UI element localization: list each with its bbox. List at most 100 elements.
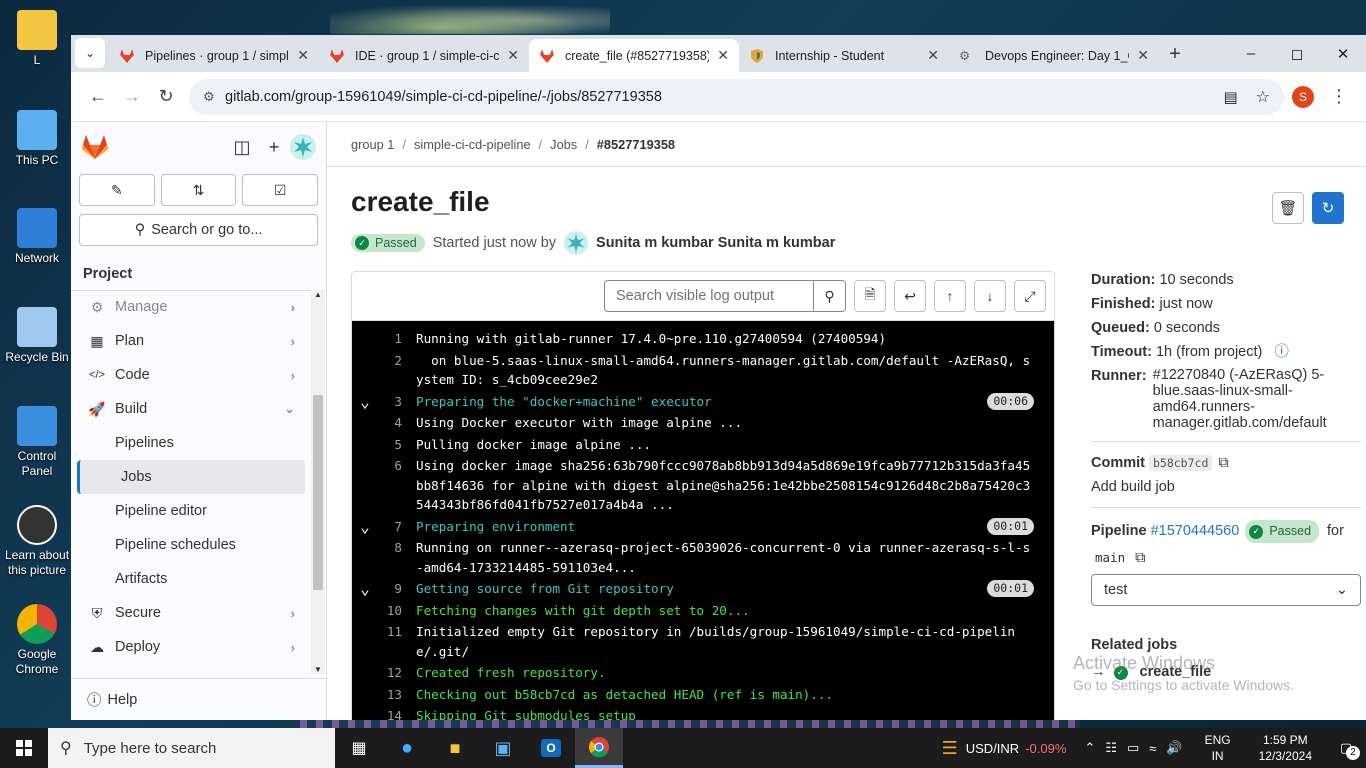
close-tab-icon[interactable]: ✕ <box>1137 47 1149 64</box>
copy-sha-icon[interactable]: ⧉ <box>1218 455 1228 471</box>
log-search-button[interactable]: ⚲ <box>814 280 846 312</box>
log-line-number[interactable]: 1 <box>378 328 416 350</box>
site-info-icon[interactable]: ⚙ <box>203 89 225 105</box>
scroll-to-top-button[interactable]: ↑ <box>934 280 966 312</box>
stage-select[interactable]: test ⌄ <box>1091 574 1361 606</box>
log-line-number[interactable]: 3 <box>378 391 416 413</box>
reload-button[interactable]: ↻ <box>149 80 183 114</box>
task-view-icon[interactable]: ▦ <box>335 728 383 768</box>
breadcrumb-item[interactable]: simple-ci-cd-pipeline <box>414 137 531 152</box>
desktop-icon[interactable]: Recycle Bin <box>4 307 70 365</box>
close-tab-icon[interactable]: ✕ <box>717 47 729 64</box>
browser-tab[interactable]: ⚙ Devops Engineer: Day 1_G ✕ <box>949 39 1159 72</box>
desktop-icon[interactable]: Control Panel <box>4 406 70 479</box>
log-line-number[interactable]: 13 <box>378 684 416 706</box>
chevron-up-icon[interactable]: ⌃ <box>1084 740 1095 756</box>
log-line-number[interactable]: 11 <box>378 621 416 643</box>
profile-avatar[interactable]: S <box>1292 85 1314 108</box>
maximize-button[interactable]: ◻ <box>1274 35 1320 72</box>
copy-ref-icon[interactable]: ⧉ <box>1135 550 1145 566</box>
desktop-icon[interactable]: Google Chrome <box>4 604 70 677</box>
bookmark-star-icon[interactable]: ☆ <box>1256 87 1270 107</box>
log-line-number[interactable]: 5 <box>378 434 416 456</box>
pipeline-ref[interactable]: main <box>1091 549 1129 566</box>
wrap-lines-button[interactable]: ↩ <box>894 280 926 312</box>
sidebar-item-artifacts[interactable]: Artifacts <box>71 562 311 596</box>
scroll-to-bottom-button[interactable]: ↓ <box>974 280 1006 312</box>
sidebar-item-pipelines[interactable]: Pipelines <box>71 426 311 460</box>
sidebar-item-jobs[interactable]: Jobs <box>77 460 305 494</box>
log-search-input[interactable]: Search visible log output <box>604 280 814 312</box>
sidebar-item-manage[interactable]: ⚙ Manage › <box>71 290 311 324</box>
edge-icon[interactable]: ● <box>383 728 431 768</box>
gitlab-logo-icon[interactable] <box>81 134 109 160</box>
browser-tab[interactable]: Internship - Student ✕ <box>739 39 949 72</box>
new-tab-button[interactable]: + <box>1159 38 1191 70</box>
notifications-button[interactable]: ▢ 2 <box>1326 740 1366 760</box>
minimize-button[interactable]: – <box>1228 35 1274 72</box>
erase-log-button[interactable]: 🗑 <box>1272 192 1304 224</box>
log-line-number[interactable]: 12 <box>378 662 416 684</box>
tab-search-button[interactable]: ⌄ <box>75 38 105 68</box>
start-button[interactable] <box>0 728 48 768</box>
sidebar-item-code[interactable]: </> Code › <box>71 358 311 392</box>
log-section-header[interactable]: ⌄ 9 Getting source from Git repository 00:0… <box>352 578 1054 600</box>
install-app-icon[interactable]: ▤ <box>1223 88 1237 106</box>
close-tab-icon[interactable]: ✕ <box>297 47 309 64</box>
breadcrumb-item[interactable]: Jobs <box>550 137 577 152</box>
collapse-chevron-icon[interactable]: ⌄ <box>352 516 378 538</box>
file-explorer-icon[interactable]: ■ <box>431 728 479 768</box>
commit-sha[interactable]: b58cb7cd <box>1148 455 1213 471</box>
collapse-chevron-icon[interactable]: ⌄ <box>352 578 378 600</box>
issues-button[interactable]: ✎ <box>79 174 155 206</box>
collapse-chevron-icon[interactable]: ⌄ <box>352 391 378 413</box>
back-button[interactable]: ← <box>81 80 115 114</box>
author-avatar[interactable] <box>564 231 589 255</box>
user-avatar[interactable] <box>290 134 316 160</box>
url-bar[interactable]: ⚙ gitlab.com/group-15961049/simple-ci-cd… <box>189 78 1284 115</box>
battery-icon[interactable]: ▭ <box>1127 740 1139 756</box>
log-line-number[interactable]: 10 <box>378 600 416 622</box>
create-new-icon[interactable]: + <box>258 131 290 163</box>
chrome-taskbar-icon[interactable] <box>575 728 623 768</box>
merge-requests-button[interactable]: ⇅ <box>160 174 237 206</box>
stock-widget[interactable]: ☰ USD/INR -0.09% <box>942 738 1067 759</box>
sidebar-item-secure[interactable]: ⛨ Secure › <box>71 596 311 630</box>
taskbar-search[interactable]: ⚲ Type here to search <box>48 728 335 768</box>
log-line-number[interactable]: 2 <box>378 350 416 372</box>
fullscreen-button[interactable]: ⤢ <box>1014 280 1046 312</box>
close-tab-icon[interactable]: ✕ <box>927 47 939 64</box>
sidebar-item-deploy[interactable]: ☁ Deploy › <box>71 630 311 664</box>
sidebar-item-pipeline-editor[interactable]: Pipeline editor <box>71 494 311 528</box>
log-line-number[interactable]: 7 <box>378 516 416 538</box>
log-line-number[interactable]: 14 <box>378 705 416 720</box>
outlook-icon[interactable]: O <box>527 728 575 768</box>
desktop-icon[interactable]: L <box>4 10 70 68</box>
language-indicator[interactable]: ENG IN <box>1205 732 1231 764</box>
timeout-help-icon[interactable]: ⓘ <box>1274 344 1289 360</box>
log-section-header[interactable]: ⌄ 7 Preparing environment 00:01 <box>352 516 1054 538</box>
sidebar-item-plan[interactable]: ▦ Plan › <box>71 324 311 358</box>
log-section-header[interactable]: ⌄ 3 Preparing the "docker+machine" executo… <box>352 391 1054 413</box>
show-raw-button[interactable]: 🗎 <box>854 280 886 312</box>
author-name[interactable]: Sunita m kumbar Sunita m kumbar <box>596 235 835 251</box>
browser-tab[interactable]: Pipelines · group 1 / simple ✕ <box>109 39 319 72</box>
browser-menu-icon[interactable]: ⋮ <box>1322 80 1356 114</box>
log-line-number[interactable]: 8 <box>378 537 416 559</box>
breadcrumb-item[interactable]: group 1 <box>351 137 394 152</box>
clock[interactable]: 1:59 PM 12/3/2024 <box>1259 732 1312 764</box>
retry-button[interactable]: ↻ <box>1312 192 1344 224</box>
sidebar-item-pipeline-schedules[interactable]: Pipeline schedules <box>71 528 311 562</box>
log-line-number[interactable]: 4 <box>378 412 416 434</box>
scrollbar-thumb[interactable] <box>313 395 323 590</box>
help-button[interactable]: ⓘ Help <box>71 678 326 720</box>
sidebar-item-build[interactable]: 🚀 Build ⌄ <box>71 392 311 426</box>
status-badge[interactable]: ✓ Passed <box>351 234 425 252</box>
log-line-number[interactable]: 9 <box>378 578 416 600</box>
sidebar-scrollbar[interactable]: ▲ ▼ <box>311 290 325 674</box>
breadcrumb-item[interactable]: #8527719358 <box>597 137 675 152</box>
store-icon[interactable]: ▣ <box>479 728 527 768</box>
log-line-number[interactable]: 6 <box>378 455 416 477</box>
pipeline-link[interactable]: #1570444560 <box>1151 522 1240 541</box>
desktop-icon[interactable]: Network <box>4 208 70 266</box>
